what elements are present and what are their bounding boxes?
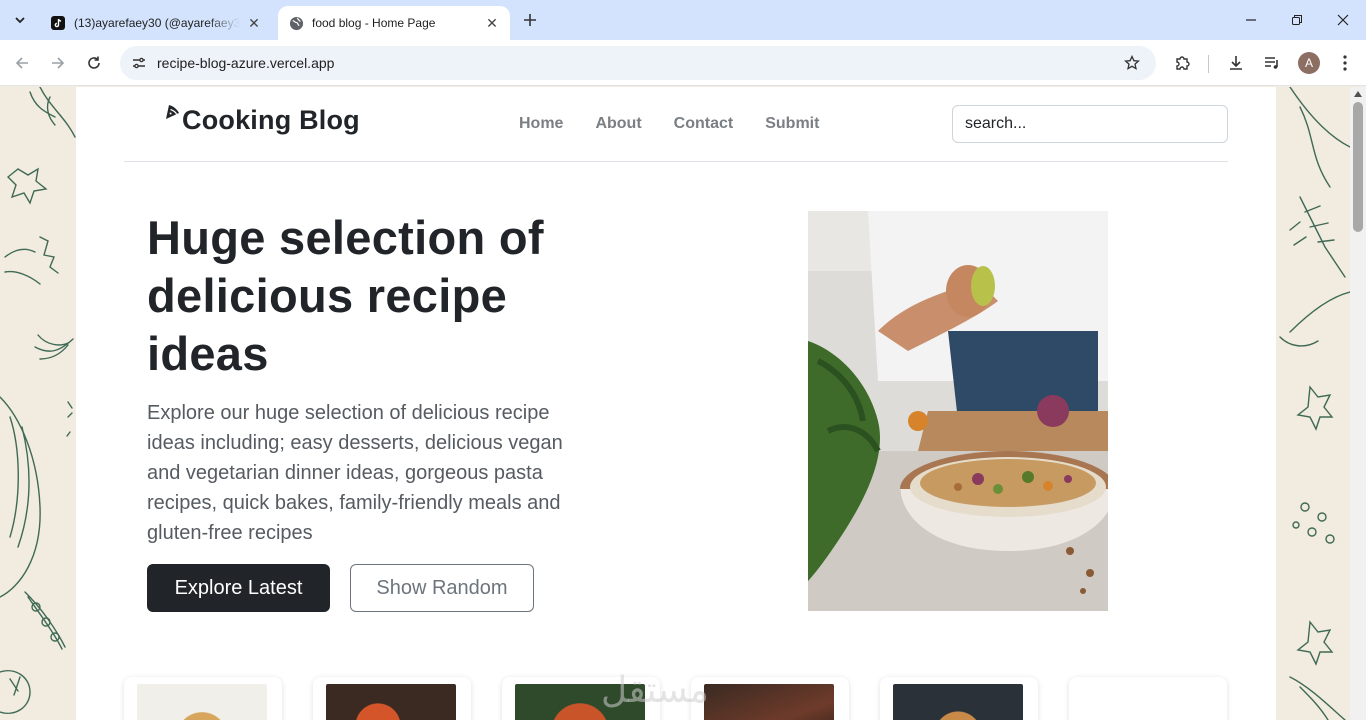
close-tab-icon[interactable]: ✕ — [246, 15, 262, 31]
address-bar[interactable]: recipe-blog-azure.vercel.app — [120, 46, 1156, 80]
forward-button[interactable] — [47, 52, 69, 74]
download-icon — [1230, 56, 1242, 70]
tab-title: food blog - Home Page — [312, 16, 436, 30]
category-thumbnail — [893, 684, 1023, 720]
new-tab-button[interactable] — [520, 10, 540, 30]
category-thumbnail — [326, 684, 456, 720]
forward-arrow-icon — [52, 57, 65, 69]
puzzle-icon — [1176, 56, 1190, 70]
nav-link-about[interactable]: About — [595, 115, 641, 133]
nav-link-home[interactable]: Home — [519, 115, 563, 133]
hero-title: Huge selection of delicious recipe ideas — [147, 211, 544, 380]
reload-button[interactable] — [83, 52, 105, 74]
brand-logo-link[interactable]: Cooking Blog — [164, 103, 360, 137]
nav-link-contact[interactable]: Contact — [674, 115, 734, 133]
back-button[interactable] — [11, 52, 33, 74]
category-card[interactable] — [880, 677, 1038, 720]
category-card[interactable] — [691, 677, 849, 720]
scrollbar-thumb[interactable] — [1353, 102, 1363, 232]
restore-button[interactable] — [1283, 8, 1311, 32]
tab-title: (13)ayarefaey30 (@ayarefaey30 — [74, 16, 240, 30]
site-header: Cooking Blog Home About Contact Submit — [124, 87, 1228, 162]
browser-tab-tiktok[interactable]: (13)ayarefaey30 (@ayarefaey30 ✕ — [40, 6, 272, 40]
browser-menu-button[interactable] — [1334, 52, 1356, 74]
main-nav: Home About Contact Submit — [519, 115, 819, 133]
restore-icon — [1292, 15, 1302, 25]
plus-icon — [524, 14, 536, 26]
downloads-button[interactable] — [1225, 52, 1247, 74]
category-card[interactable] — [313, 677, 471, 720]
browser-tab-strip: (13)ayarefaey30 (@ayarefaey30 ✕ food blo… — [0, 0, 1366, 40]
close-tab-icon[interactable]: ✕ — [484, 15, 500, 31]
browser-toolbar: recipe-blog-azure.vercel.app A — [0, 40, 1366, 86]
pizza-slice-icon — [166, 105, 179, 119]
tab-search-button[interactable] — [8, 8, 32, 32]
profile-avatar[interactable]: A — [1298, 52, 1320, 74]
category-thumbnail — [704, 684, 834, 720]
page-container: Cooking Blog Home About Contact Submit H… — [76, 87, 1276, 720]
playlist-icon — [1265, 57, 1278, 69]
toolbar-divider — [1208, 55, 1209, 73]
site-info-icon[interactable] — [130, 54, 148, 72]
explore-latest-button[interactable]: Explore Latest — [147, 564, 330, 612]
extensions-button[interactable] — [1172, 52, 1194, 74]
reload-icon — [88, 56, 100, 69]
show-random-button[interactable]: Show Random — [350, 564, 534, 612]
minimize-button[interactable] — [1237, 8, 1265, 32]
close-icon — [1337, 14, 1349, 26]
category-thumbnail — [137, 684, 267, 720]
minimize-icon — [1246, 19, 1256, 21]
hero-description: Explore our huge selection of delicious … — [147, 402, 563, 544]
bookmark-star-icon[interactable] — [1122, 53, 1142, 73]
page-viewport: Cooking Blog Home About Contact Submit H… — [0, 87, 1366, 720]
category-card[interactable] — [1069, 677, 1227, 720]
page-scrollbar[interactable] — [1350, 87, 1366, 720]
back-arrow-icon — [15, 57, 28, 69]
kebab-menu-icon — [1343, 55, 1347, 71]
close-window-button[interactable] — [1329, 8, 1357, 32]
brand-name: Cooking Blog — [182, 105, 360, 135]
watermark-text: مستقل — [601, 670, 709, 711]
media-controls-button[interactable] — [1261, 52, 1283, 74]
globe-icon — [288, 15, 304, 31]
nav-link-submit[interactable]: Submit — [765, 115, 819, 133]
browser-tab-food-blog[interactable]: food blog - Home Page ✕ — [278, 6, 510, 40]
chevron-down-icon — [15, 17, 25, 24]
category-card[interactable] — [124, 677, 282, 720]
search-input[interactable] — [952, 105, 1228, 143]
tiktok-icon — [50, 15, 66, 31]
hero-image — [808, 211, 1108, 611]
url-text: recipe-blog-azure.vercel.app — [157, 55, 335, 71]
scroll-up-arrow-icon[interactable] — [1354, 91, 1362, 97]
